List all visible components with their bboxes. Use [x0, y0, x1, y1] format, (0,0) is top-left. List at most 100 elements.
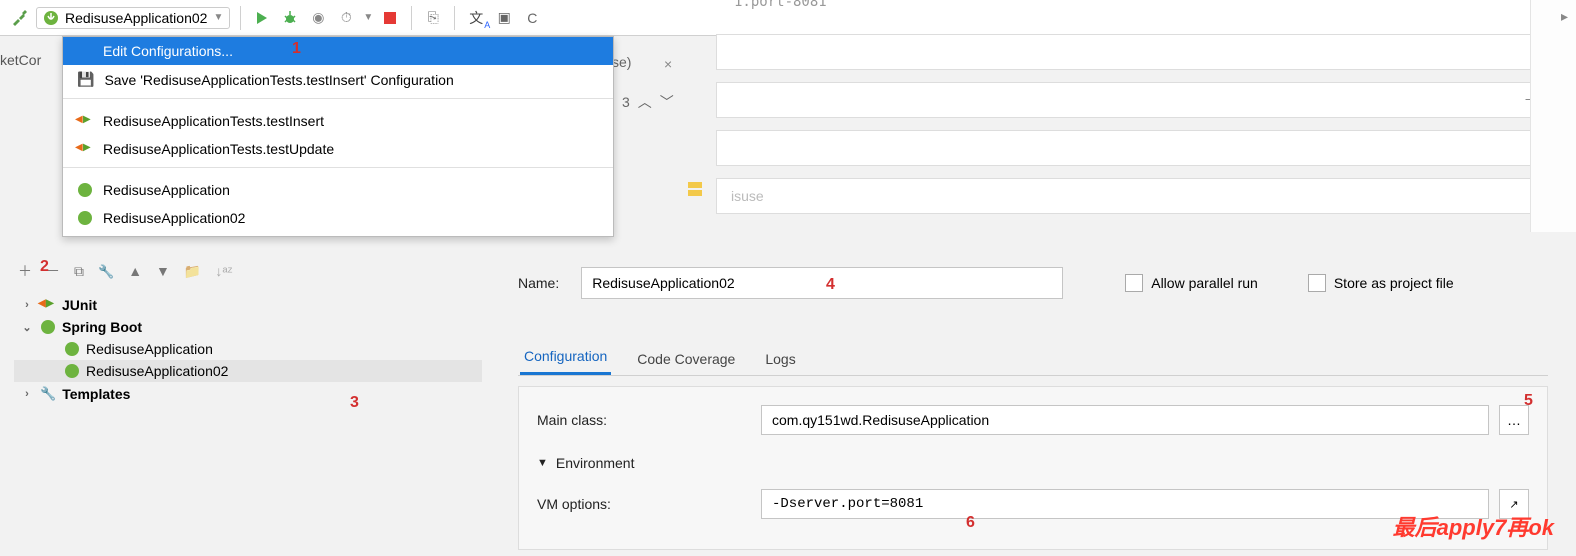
vm-options-label: VM options:: [537, 496, 751, 512]
attach-icon[interactable]: ⎘: [422, 7, 444, 29]
main-class-label: Main class:: [537, 412, 751, 428]
down-icon[interactable]: ▼: [156, 263, 170, 279]
tree-toolbar: ＋ － ⧉ ▲ ▼ ↓ᵃᶻ: [14, 254, 482, 288]
panel-row: ＋ ⛶: [716, 34, 1576, 70]
hammer-icon[interactable]: [8, 7, 30, 29]
allow-parallel-row[interactable]: Allow parallel run: [1125, 274, 1258, 292]
spring-boot-icon: [40, 319, 56, 335]
main-class-row: Main class: …: [537, 405, 1529, 435]
truncated-text: ketCor: [0, 52, 41, 68]
nav-down-icon[interactable]: ﹀: [660, 92, 674, 112]
tree-node-spring-boot[interactable]: ⌄ Spring Boot: [14, 316, 482, 338]
environment-section[interactable]: ▼ Environment: [537, 455, 1529, 471]
up-icon[interactable]: ▲: [128, 263, 142, 279]
menu-label: Edit Configurations...: [103, 43, 233, 59]
menu-label: RedisuseApplicationTests.testInsert: [103, 113, 324, 129]
chevron-down-icon: ▼: [213, 12, 223, 23]
tree-label: Spring Boot: [62, 319, 142, 335]
stop-icon[interactable]: [379, 7, 401, 29]
tree-label: RedisuseApplication02: [86, 363, 228, 379]
divider: [63, 98, 613, 99]
search-icon[interactable]: C: [521, 7, 543, 29]
run-config-selector[interactable]: RedisuseApplication02 ▼: [36, 7, 230, 29]
edit-configurations-item[interactable]: Edit Configurations...: [63, 37, 613, 65]
tree-label: Templates: [62, 386, 130, 402]
right-gutter: ▸: [1530, 0, 1576, 232]
menu-label: Save 'RedisuseApplicationTests.testInser…: [104, 72, 453, 88]
tab-logs[interactable]: Logs: [761, 351, 799, 375]
tree-node-junit[interactable]: › JUnit: [14, 294, 482, 316]
tree-item-app1[interactable]: RedisuseApplication: [14, 338, 482, 360]
vm-options-input[interactable]: [761, 489, 1489, 519]
remove-icon[interactable]: －: [46, 261, 60, 281]
play-small-icon[interactable]: ▸: [1561, 8, 1568, 25]
wrench-icon[interactable]: [98, 263, 114, 280]
env-label: Environment: [556, 455, 635, 471]
tab-suffix: se): [612, 54, 631, 70]
separator: [454, 6, 455, 30]
translate-icon[interactable]: 文A: [465, 7, 487, 29]
coverage-run-icon[interactable]: ◉: [307, 7, 329, 29]
sort-icon[interactable]: ↓ᵃᶻ: [215, 263, 232, 279]
tree-item-app2[interactable]: RedisuseApplication02: [14, 360, 482, 382]
menu-label: RedisuseApplication02: [103, 210, 245, 226]
separator: [411, 6, 412, 30]
chevron-down-icon: ▼: [537, 457, 548, 469]
run-configurations-dialog: ＋ － ⧉ ▲ ▼ ↓ᵃᶻ › JUnit ⌄ Spring Boot Redi…: [14, 254, 1568, 556]
store-project-row[interactable]: Store as project file: [1308, 274, 1454, 292]
name-input[interactable]: [581, 267, 1063, 299]
junit-icon: [40, 298, 56, 312]
run-config-dropdown: Edit Configurations... Save 'RedisuseApp…: [62, 36, 614, 237]
config-tree: › JUnit ⌄ Spring Boot RedisuseApplicatio…: [14, 288, 482, 411]
junit-icon: [77, 114, 93, 128]
config-tabs: Configuration Code Coverage Logs: [518, 342, 1548, 376]
test-config-item[interactable]: RedisuseApplicationTests.testInsert: [63, 107, 613, 135]
separator: [240, 6, 241, 30]
panel-row: ＋: [716, 82, 1576, 118]
checkbox[interactable]: [1125, 274, 1143, 292]
save-icon: [77, 71, 94, 88]
run-icon[interactable]: [251, 7, 273, 29]
close-icon[interactable]: ×: [664, 56, 672, 72]
spring-boot-icon: [77, 182, 93, 198]
name-label: Name:: [518, 275, 559, 291]
divider: [63, 167, 613, 168]
main-class-input[interactable]: [761, 405, 1489, 435]
panel-row: ▤: [716, 130, 1576, 166]
vm-options-row: VM options: ↗: [537, 489, 1529, 519]
presentation-icon[interactable]: ▣: [493, 7, 515, 29]
app-config-item[interactable]: RedisuseApplication: [63, 176, 613, 204]
annotation-final: 最后apply7再ok: [1393, 510, 1554, 542]
nav-up-icon[interactable]: ︿: [638, 92, 652, 112]
add-icon[interactable]: ＋: [18, 261, 32, 281]
checkbox-label: Allow parallel run: [1151, 275, 1258, 291]
junit-icon: [77, 142, 93, 156]
run-config-label: RedisuseApplication02: [65, 10, 207, 26]
profile-icon[interactable]: ⏱: [335, 7, 357, 29]
panel-row: isuse▾: [716, 178, 1576, 214]
checkbox[interactable]: [1308, 274, 1326, 292]
tab-code-coverage[interactable]: Code Coverage: [633, 351, 739, 375]
debug-icon[interactable]: [279, 7, 301, 29]
name-row: Name: Allow parallel run Store as projec…: [518, 262, 1548, 304]
spring-boot-icon: [64, 363, 80, 379]
folder-icon[interactable]: [184, 263, 201, 280]
config-tree-panel: ＋ － ⧉ ▲ ▼ ↓ᵃᶻ › JUnit ⌄ Spring Boot Redi…: [14, 254, 482, 556]
menu-label: RedisuseApplicationTests.testUpdate: [103, 141, 334, 157]
spring-boot-icon: [64, 341, 80, 357]
tree-node-templates[interactable]: › Templates: [14, 382, 482, 405]
chevron-right-icon[interactable]: ›: [20, 388, 34, 400]
test-config-item[interactable]: RedisuseApplicationTests.testUpdate: [63, 135, 613, 163]
chevron-down-icon[interactable]: ⌄: [20, 321, 34, 334]
chevron-down-icon[interactable]: ▼: [363, 12, 373, 23]
chevron-right-icon[interactable]: ›: [20, 299, 34, 311]
tab-configuration[interactable]: Configuration: [520, 348, 611, 375]
menu-label: RedisuseApplication: [103, 182, 230, 198]
save-configuration-item[interactable]: Save 'RedisuseApplicationTests.testInser…: [63, 65, 613, 94]
copy-icon[interactable]: ⧉: [74, 263, 84, 280]
app-config-item[interactable]: RedisuseApplication02: [63, 204, 613, 232]
tree-label: JUnit: [62, 297, 97, 313]
gutter-marks: [688, 182, 702, 196]
spring-boot-icon: [77, 210, 93, 226]
browse-button[interactable]: …: [1499, 405, 1529, 435]
